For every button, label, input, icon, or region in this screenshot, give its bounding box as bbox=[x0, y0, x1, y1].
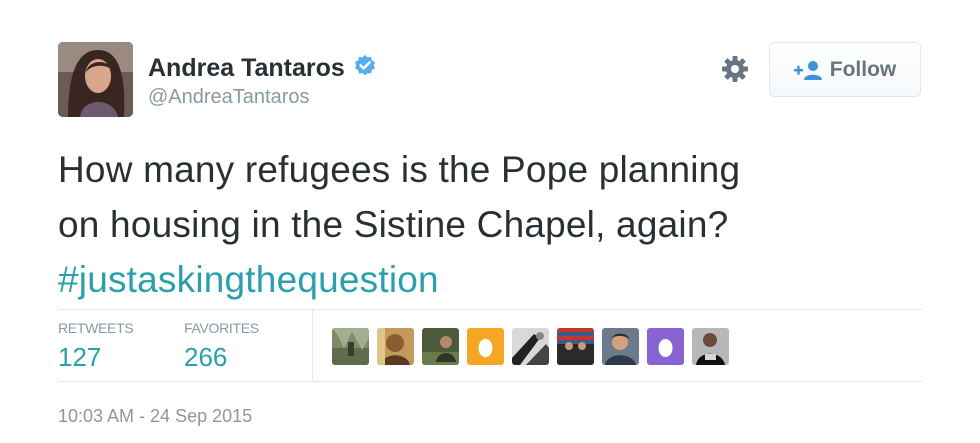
favoriters-avatars bbox=[332, 328, 729, 366]
hashtag-link[interactable]: #justaskingthequestion bbox=[58, 252, 938, 307]
divider bbox=[58, 309, 922, 310]
favoriter-avatar[interactable] bbox=[692, 328, 729, 365]
favoriter-avatar[interactable] bbox=[377, 328, 414, 365]
favoriter-avatar[interactable] bbox=[332, 328, 369, 365]
user-handle[interactable]: @AndreaTantaros bbox=[148, 85, 377, 109]
settings-button[interactable] bbox=[718, 52, 752, 86]
profile-photo-icon bbox=[58, 42, 133, 117]
gear-icon bbox=[722, 56, 748, 82]
favorites-stat[interactable]: FAVORITES 266 bbox=[184, 320, 259, 372]
verified-badge-icon bbox=[353, 54, 377, 78]
favorites-label: FAVORITES bbox=[184, 320, 259, 336]
tweet-text: How many refugees is the Pope planning o… bbox=[58, 142, 938, 307]
follow-button[interactable]: Follow bbox=[769, 42, 921, 97]
favoriter-avatar[interactable] bbox=[422, 328, 459, 365]
add-user-icon bbox=[793, 60, 822, 80]
tweet-timestamp[interactable]: 10:03 AM - 24 Sep 2015 bbox=[58, 405, 252, 427]
display-name[interactable]: Andrea Tantaros bbox=[148, 54, 345, 82]
tweet-card: Andrea Tantaros @AndreaTantaros Follow H… bbox=[0, 0, 980, 443]
user-identity: Andrea Tantaros @AndreaTantaros bbox=[148, 54, 377, 109]
favoriter-avatar[interactable] bbox=[512, 328, 549, 365]
favoriter-avatar[interactable] bbox=[557, 328, 594, 365]
retweets-stat[interactable]: RETWEETS 127 bbox=[58, 320, 134, 372]
divider bbox=[58, 381, 922, 382]
favoriter-avatar[interactable] bbox=[467, 328, 504, 365]
divider bbox=[312, 310, 313, 381]
retweets-label: RETWEETS bbox=[58, 320, 134, 336]
follow-label: Follow bbox=[829, 57, 897, 81]
user-avatar[interactable] bbox=[58, 42, 133, 117]
favoriter-avatar[interactable] bbox=[602, 328, 639, 365]
retweets-count: 127 bbox=[58, 342, 102, 372]
favorites-count: 266 bbox=[184, 342, 228, 372]
tweet-text-line: How many refugees is the Pope planning bbox=[58, 149, 741, 190]
tweet-text-line: on housing in the Sistine Chapel, again? bbox=[58, 204, 729, 245]
favoriter-avatar[interactable] bbox=[647, 328, 684, 365]
